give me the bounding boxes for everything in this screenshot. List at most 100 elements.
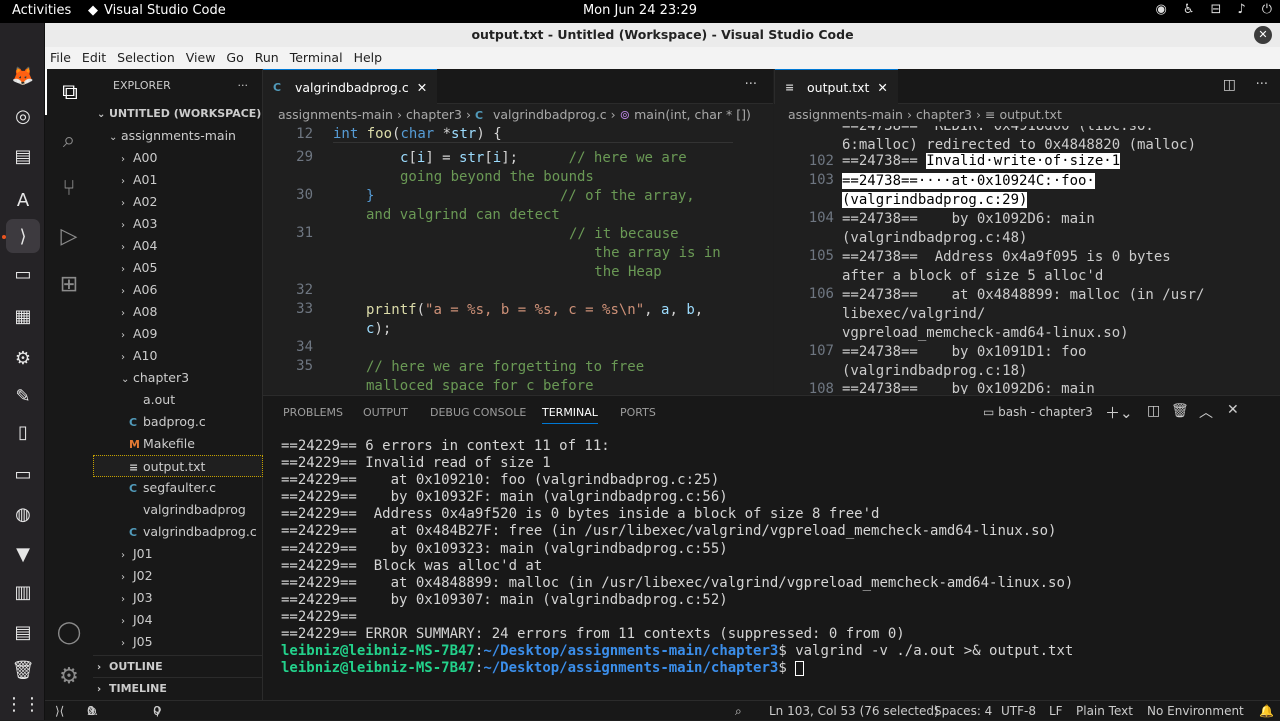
source-control-icon[interactable]: ⑂ xyxy=(45,165,93,211)
menu-file[interactable]: File xyxy=(45,47,77,69)
explorer-icon[interactable]: ⧉ xyxy=(45,69,93,115)
zoom-icon[interactable]: ⌕ xyxy=(735,701,742,721)
folder-a04[interactable]: › A04 xyxy=(93,235,263,257)
file-segfaulter-c[interactable]: Csegfaulter.c xyxy=(93,477,263,499)
new-terminal-icon[interactable]: ＋⌄ xyxy=(1105,402,1133,423)
impress-icon[interactable]: ▤ xyxy=(6,615,40,649)
settings-tool-icon[interactable]: ⚙ xyxy=(6,341,40,375)
tab-valgrindbadprog-c[interactable]: C valgrindbadprog.c ✕ xyxy=(263,69,438,105)
remote-icon[interactable]: ⟩⟨ xyxy=(55,701,64,721)
file-makefile[interactable]: M Makefile xyxy=(93,433,263,455)
brave-icon[interactable]: ▼ xyxy=(6,537,40,571)
folder-a03[interactable]: › A03 xyxy=(93,213,263,235)
outline-section[interactable]: › OUTLINE xyxy=(93,655,263,677)
notes-icon[interactable]: ▯ xyxy=(6,415,40,449)
file-valgrindbadprog-c[interactable]: Cvalgrindbadprog.c xyxy=(93,521,263,543)
encoding[interactable]: UTF-8 xyxy=(1001,701,1036,721)
editor-more-icon[interactable]: ··· xyxy=(745,77,757,92)
folder-j05[interactable]: › J05 xyxy=(93,631,263,653)
menu-go[interactable]: Go xyxy=(221,47,249,69)
folder-a10[interactable]: › A10 xyxy=(93,345,263,367)
vscode-dock-icon[interactable]: ⟩ xyxy=(6,219,40,253)
right-text-editor[interactable]: ==24738== REDIR: 0x4918d00 (libc.so. 6:m… xyxy=(774,126,1280,394)
folder-j01[interactable]: › J01 xyxy=(93,543,263,565)
maximize-panel-icon[interactable]: ︿ xyxy=(1199,402,1213,422)
folder-a02[interactable]: › A02 xyxy=(93,191,263,213)
folder-j03[interactable]: › J03 xyxy=(93,587,263,609)
run-debug-icon[interactable]: ▷ xyxy=(45,213,93,259)
tab-terminal[interactable]: TERMINAL xyxy=(542,406,598,424)
account-icon[interactable]: ◯ xyxy=(45,609,93,655)
trash-icon[interactable]: 🗑 xyxy=(6,653,40,687)
show-apps-icon[interactable]: ⋮⋮ xyxy=(5,687,41,721)
close-panel-icon[interactable]: ✕ xyxy=(1227,402,1239,418)
explorer-more-icon[interactable]: ··· xyxy=(238,69,249,102)
accessibility-icon[interactable]: ♿ xyxy=(1183,2,1195,17)
menu-view[interactable]: View xyxy=(181,47,222,69)
firefox-icon[interactable]: 🦊 xyxy=(6,59,40,93)
workspace-root[interactable]: ⌄ UNTITLED (WORKSPACE) xyxy=(93,103,263,125)
folder-a08[interactable]: › A08 xyxy=(93,301,263,323)
indentation[interactable]: Spaces: 4 xyxy=(934,701,992,721)
minimap[interactable] xyxy=(743,126,773,394)
split-editor-icon[interactable]: ◫ xyxy=(1223,77,1236,93)
environment[interactable]: No Environment xyxy=(1147,701,1244,721)
calendar-icon[interactable]: ▦ xyxy=(6,299,40,333)
folder-chapter3[interactable]: ⌄ chapter3 xyxy=(93,367,263,389)
file-output-txt[interactable]: ≡ output.txt xyxy=(93,455,263,477)
line-ending[interactable]: LF xyxy=(1049,701,1063,721)
cursor-position[interactable]: Ln 103, Col 53 (76 selected) xyxy=(769,701,939,721)
crumb-file[interactable]: valgrindbadprog.c xyxy=(493,107,607,122)
folder-a00[interactable]: › A00 xyxy=(93,147,263,169)
file-badprog-c[interactable]: Cbadprog.c xyxy=(93,411,263,433)
close-window-button[interactable]: ✕ xyxy=(1254,26,1272,44)
tab-output-txt[interactable]: ≡ output.txt ✕ xyxy=(775,69,898,104)
text-tool-icon[interactable]: A xyxy=(6,183,40,217)
folder-a05[interactable]: › A05 xyxy=(93,257,263,279)
terminal-output[interactable]: ==24229== 6 errors in context 11 of 11: =… xyxy=(281,438,1073,677)
volume-icon[interactable]: ♪ xyxy=(1237,2,1245,17)
record-icon[interactable]: ◉ xyxy=(1156,2,1167,17)
power-icon[interactable]: ⏻ xyxy=(1262,2,1272,17)
folder-assignments-main[interactable]: ⌄ assignments-main xyxy=(93,125,263,147)
crumb-subfolder[interactable]: chapter3 xyxy=(406,107,462,122)
menu-terminal[interactable]: Terminal xyxy=(285,47,349,69)
close-tab-icon[interactable]: ✕ xyxy=(417,70,427,105)
folder-a01[interactable]: › A01 xyxy=(93,169,263,191)
terminal-icon[interactable]: ▭ xyxy=(6,257,40,291)
notifications-icon[interactable]: 🔔 xyxy=(1259,701,1274,721)
terminal-selector[interactable]: ▭ bash - chapter3 xyxy=(983,405,1093,419)
editor-icon[interactable]: ✎ xyxy=(6,379,40,413)
document-icon[interactable]: ▤ xyxy=(6,139,40,173)
folder-j04[interactable]: › J04 xyxy=(93,609,263,631)
crumb-folder[interactable]: assignments-main xyxy=(278,107,393,122)
files-icon[interactable]: ▭ xyxy=(6,457,40,491)
folder-a09[interactable]: › A09 xyxy=(93,323,263,345)
trash-icon[interactable]: 🗑 xyxy=(1171,403,1189,419)
close-tab-icon[interactable]: ✕ xyxy=(877,70,887,105)
crumb-folder[interactable]: assignments-main xyxy=(788,107,903,122)
manage-gear-icon[interactable]: ⚙ xyxy=(45,653,93,699)
tab-output[interactable]: OUTPUT xyxy=(363,406,408,419)
tab-problems[interactable]: PROBLEMS xyxy=(283,406,343,419)
tab-debug-console[interactable]: DEBUG CONSOLE xyxy=(430,406,526,419)
menu-help[interactable]: Help xyxy=(349,47,389,69)
crumb-file[interactable]: output.txt xyxy=(999,107,1061,122)
obs-icon[interactable]: ◍ xyxy=(6,497,40,531)
split-terminal-icon[interactable]: ◫ xyxy=(1147,403,1160,419)
search-icon[interactable]: ⌕ xyxy=(45,117,93,163)
timeline-section[interactable]: › TIMELINE xyxy=(93,677,263,699)
file-valgrindbadprog[interactable]: valgrindbadprog xyxy=(93,499,263,521)
menu-edit[interactable]: Edit xyxy=(77,47,112,69)
writer-icon[interactable]: ▥ xyxy=(6,575,40,609)
left-code-editor[interactable]: 12 int foo(char *str) { 29 c[i] = str[i]… xyxy=(263,126,773,394)
editor-more-icon[interactable]: ··· xyxy=(1256,77,1268,92)
clock[interactable]: Mon Jun 24 23:29 xyxy=(0,3,1280,18)
tab-ports[interactable]: PORTS xyxy=(620,406,656,419)
file-a-out[interactable]: a.out xyxy=(93,389,263,411)
language-mode[interactable]: Plain Text xyxy=(1076,701,1133,721)
network-icon[interactable]: ⊟ xyxy=(1211,2,1222,17)
disk-icon[interactable]: ◎ xyxy=(6,99,40,133)
extensions-icon[interactable]: ⊞ xyxy=(45,261,93,307)
crumb-subfolder[interactable]: chapter3 xyxy=(916,107,972,122)
